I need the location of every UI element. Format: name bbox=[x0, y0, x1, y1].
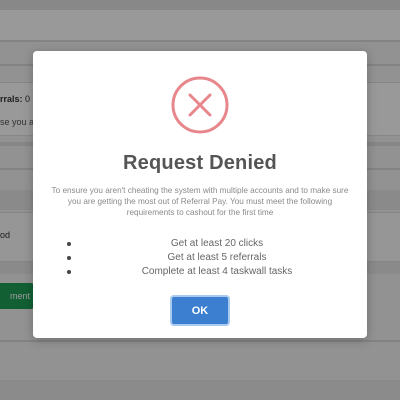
error-x-circle-icon bbox=[171, 76, 229, 134]
requirements-list: Get at least 20 clicks Get at least 5 re… bbox=[65, 237, 347, 279]
list-item: Complete at least 4 taskwall tasks bbox=[65, 265, 347, 279]
list-item: Get at least 5 referrals bbox=[65, 251, 347, 265]
request-denied-dialog: Request Denied To ensure you aren't chea… bbox=[33, 51, 367, 338]
dialog-description: To ensure you aren't cheating the system… bbox=[51, 186, 349, 217]
bullet-icon bbox=[67, 242, 71, 246]
requirement-text: Complete at least 4 taskwall tasks bbox=[141, 266, 293, 277]
list-item: Get at least 20 clicks bbox=[65, 237, 347, 251]
ok-button[interactable]: OK bbox=[170, 295, 230, 326]
requirement-text: Get at least 20 clicks bbox=[170, 238, 264, 249]
requirement-text: Get at least 5 referrals bbox=[167, 252, 267, 263]
dialog-title: Request Denied bbox=[123, 152, 277, 174]
bullet-icon bbox=[67, 270, 71, 274]
bullet-icon bbox=[67, 256, 71, 260]
